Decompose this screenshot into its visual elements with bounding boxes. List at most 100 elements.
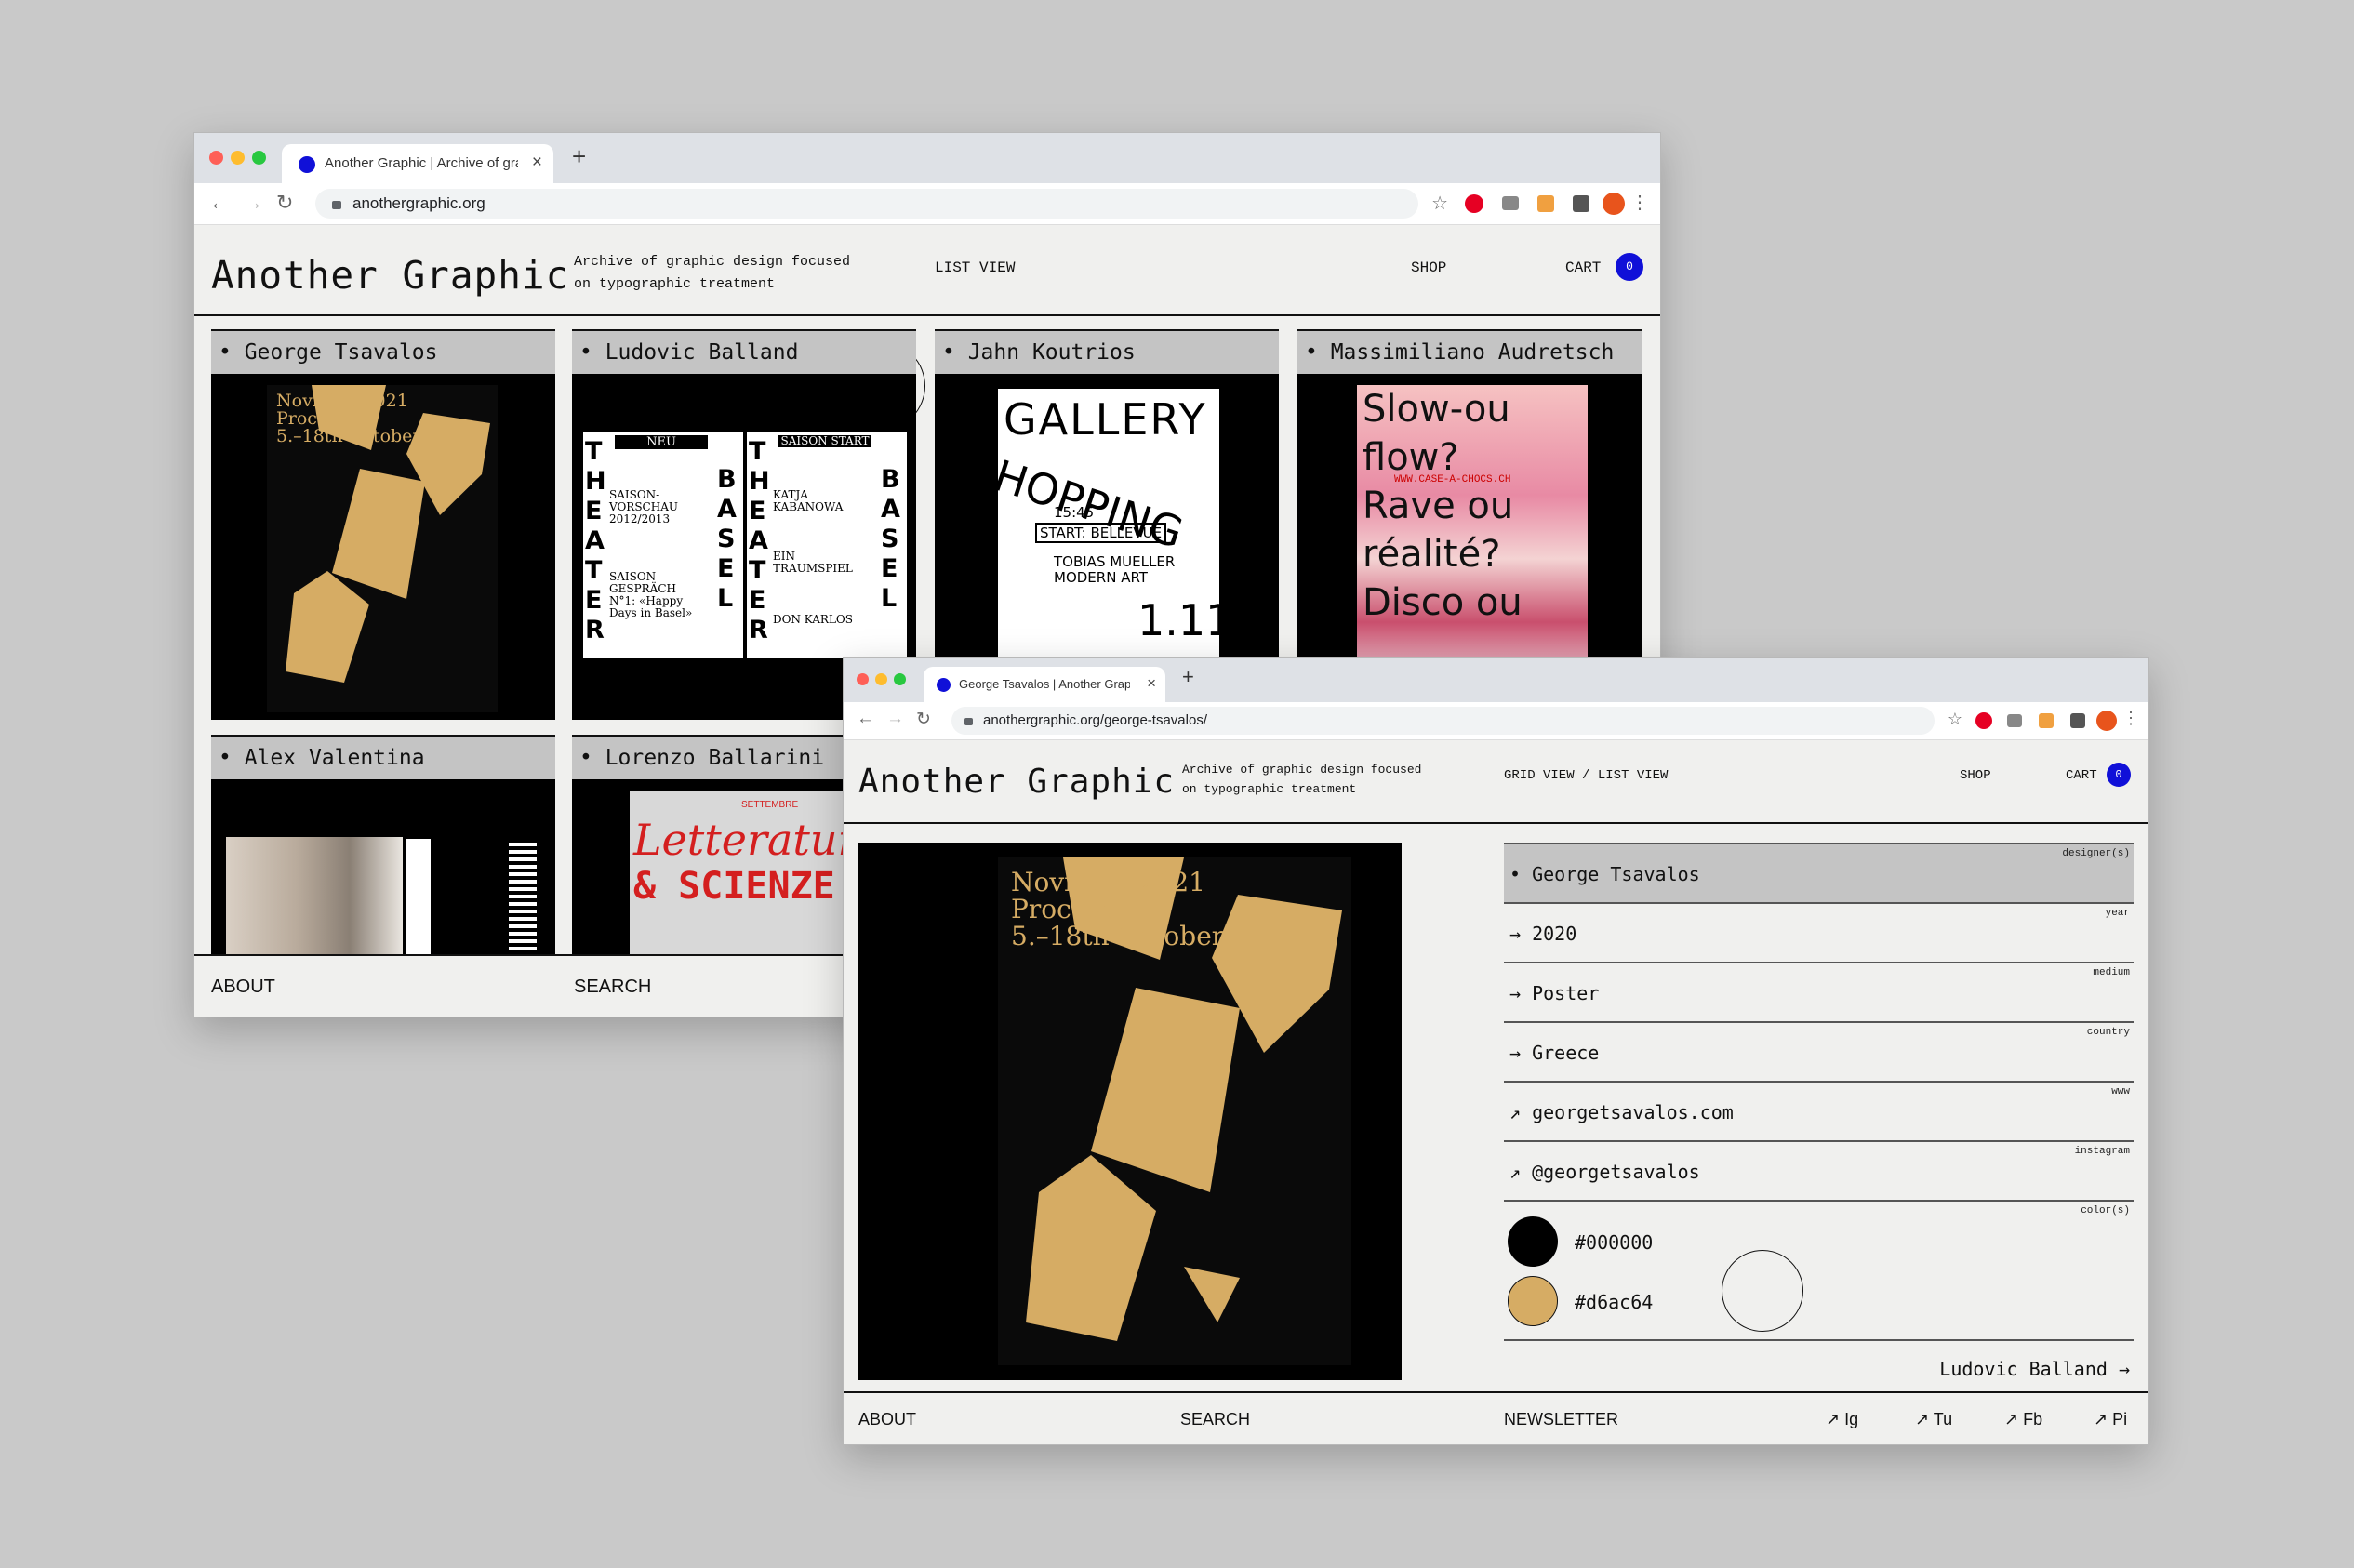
meta-value: ↗ georgetsavalos.com [1509, 1101, 1734, 1123]
camera-extension-icon[interactable] [1502, 196, 1519, 210]
shop-link[interactable]: SHOP [1411, 259, 1446, 276]
poster-thumbnail [211, 779, 555, 958]
cart-link[interactable]: CART [1565, 259, 1601, 276]
pinterest-link[interactable]: ↗ Pi [2094, 1410, 2127, 1429]
designer-name: Jahn Koutrios [967, 340, 1136, 365]
card-title: • Alex Valentina [211, 735, 555, 779]
new-tab-icon[interactable]: + [572, 142, 586, 171]
card-title: • Ludovic Balland [572, 329, 916, 374]
meta-value: → 2020 [1509, 923, 1577, 945]
back-arrow-icon[interactable]: ← [209, 191, 230, 215]
website-row[interactable]: www ↗ georgetsavalos.com [1504, 1081, 2134, 1142]
screenshot-extension-icon[interactable] [1537, 195, 1554, 212]
list-view-link[interactable]: LIST VIEW [1598, 768, 1669, 783]
poster-label: DON KARLOS [773, 613, 853, 626]
browser-tab[interactable]: George Tsavalos | Another Graphic × [924, 667, 1165, 702]
bullet-icon: • [219, 340, 245, 365]
tab-strip: Another Graphic | Archive of graphic des… [194, 133, 1660, 183]
close-tab-icon[interactable]: × [532, 153, 542, 173]
url-field[interactable]: anothergraphic.org/george-tsavalos/ [951, 707, 1935, 735]
cart-link[interactable]: CART [2066, 768, 2097, 783]
poster-headline: Letteratura [633, 815, 871, 865]
reload-icon[interactable]: ↻ [916, 709, 931, 730]
designer-name: Lorenzo Ballarini [605, 746, 825, 770]
about-link[interactable]: ABOUT [211, 977, 275, 998]
bullet-icon: • [579, 746, 605, 770]
designer-name: Alex Valentina [244, 746, 425, 770]
instagram-row[interactable]: instagram ↗ @georgetsavalos [1504, 1140, 2134, 1202]
cart-count-badge[interactable]: 0 [2107, 763, 2131, 787]
profile-avatar-icon[interactable] [1603, 193, 1625, 215]
next-designer-link[interactable]: Ludovic Balland → [1939, 1358, 2130, 1380]
cart-count-badge[interactable]: 0 [1616, 253, 1643, 281]
forward-arrow-icon[interactable]: → [886, 709, 904, 729]
view-switcher: GRID VIEW / LIST VIEW [1504, 768, 1668, 783]
meta-label: medium [2093, 967, 2130, 978]
screenshot-extension-icon[interactable] [2039, 713, 2054, 728]
site-logo[interactable]: Another Graphic [211, 253, 569, 298]
search-link[interactable]: SEARCH [1180, 1410, 1250, 1429]
swatch-black[interactable] [1508, 1216, 1558, 1267]
site-tagline: Archive of graphic design focused on typ… [1182, 761, 1421, 800]
shop-link[interactable]: SHOP [1960, 768, 1991, 783]
new-tab-icon[interactable]: + [1182, 665, 1194, 689]
tagline-line-2: on typographic treatment [574, 276, 776, 292]
designer-name: Massimiliano Audretsch [1330, 340, 1615, 365]
country-row[interactable]: country → Greece [1504, 1021, 2134, 1083]
tumblr-link[interactable]: ↗ Tu [1915, 1410, 1952, 1429]
reload-icon[interactable]: ↻ [276, 191, 293, 215]
poster-headline: Novi Sad 2021 Process 5.–18th October [1011, 869, 1224, 950]
extensions-puzzle-icon[interactable] [1573, 195, 1589, 212]
url-field[interactable]: anothergraphic.org [315, 189, 1418, 219]
list-view-link[interactable]: LIST VIEW [935, 259, 1015, 276]
address-bar: ← → ↻ anothergraphic.org/george-tsavalos… [844, 702, 2148, 740]
poster-thumbnail: Novi Sad 2021 Process 5.–18th October [211, 374, 555, 720]
poster-label: 15:45 [1054, 504, 1095, 521]
minimize-window-dot[interactable] [231, 151, 245, 165]
swatch-gold[interactable] [1508, 1276, 1558, 1326]
more-menu-icon[interactable]: ⋮ [1630, 191, 1649, 214]
poster-headline: GALLERY [1004, 394, 1207, 445]
meta-value: → Greece [1509, 1042, 1600, 1064]
forward-arrow-icon[interactable]: → [243, 191, 263, 215]
gold-shape [1091, 988, 1240, 1192]
grid-card-alex-valentina[interactable]: • Alex Valentina [211, 735, 555, 958]
extensions-puzzle-icon[interactable] [2070, 713, 2085, 728]
back-arrow-icon[interactable]: ← [857, 709, 874, 729]
poster-label: EIN TRAUMSPIEL [773, 550, 853, 575]
profile-avatar-icon[interactable] [2096, 711, 2117, 731]
year-row[interactable]: year → 2020 [1504, 902, 2134, 963]
bookmark-star-icon[interactable]: ☆ [1948, 710, 1962, 729]
facebook-link[interactable]: ↗ Fb [2004, 1410, 2042, 1429]
poster-strip [406, 839, 431, 958]
search-link[interactable]: SEARCH [574, 977, 651, 998]
grid-view-link[interactable]: GRID VIEW [1504, 768, 1575, 783]
poster-date: 1.11. [1137, 595, 1219, 645]
minimize-window-dot[interactable] [875, 673, 887, 685]
designer-row[interactable]: designer(s) • George Tsavalos [1504, 843, 2134, 904]
browser-tab[interactable]: Another Graphic | Archive of graphic des… [282, 144, 553, 183]
more-menu-icon[interactable]: ⋮ [2122, 709, 2139, 728]
about-link[interactable]: ABOUT [858, 1410, 916, 1429]
pinterest-extension-icon[interactable] [1465, 194, 1483, 213]
card-title: • Jahn Koutrios [935, 329, 1279, 374]
poster-label: SETTEMBRE [741, 800, 799, 810]
cursor-ring [1722, 1250, 1803, 1332]
tagline-line-1: Archive of graphic design focused [574, 254, 851, 270]
instagram-link[interactable]: ↗ Ig [1826, 1410, 1858, 1429]
zoom-window-dot[interactable] [894, 673, 906, 685]
close-window-dot[interactable] [209, 151, 223, 165]
camera-extension-icon[interactable] [2007, 714, 2022, 727]
close-window-dot[interactable] [857, 673, 869, 685]
zoom-window-dot[interactable] [252, 151, 266, 165]
site-logo[interactable]: Another Graphic [858, 763, 1175, 801]
close-tab-icon[interactable]: × [1147, 674, 1156, 693]
header-divider [844, 822, 2148, 824]
browser-window-detail: George Tsavalos | Another Graphic × + ← … [843, 657, 2149, 1445]
pinterest-extension-icon[interactable] [1975, 712, 1992, 729]
bookmark-star-icon[interactable]: ☆ [1431, 192, 1448, 215]
grid-card-george-tsavalos[interactable]: • George Tsavalos Novi Sad 2021 Process … [211, 329, 555, 720]
tab-title: Another Graphic | Archive of graphic des… [325, 155, 518, 171]
medium-row[interactable]: medium → Poster [1504, 962, 2134, 1023]
newsletter-link[interactable]: NEWSLETTER [1504, 1410, 1618, 1429]
